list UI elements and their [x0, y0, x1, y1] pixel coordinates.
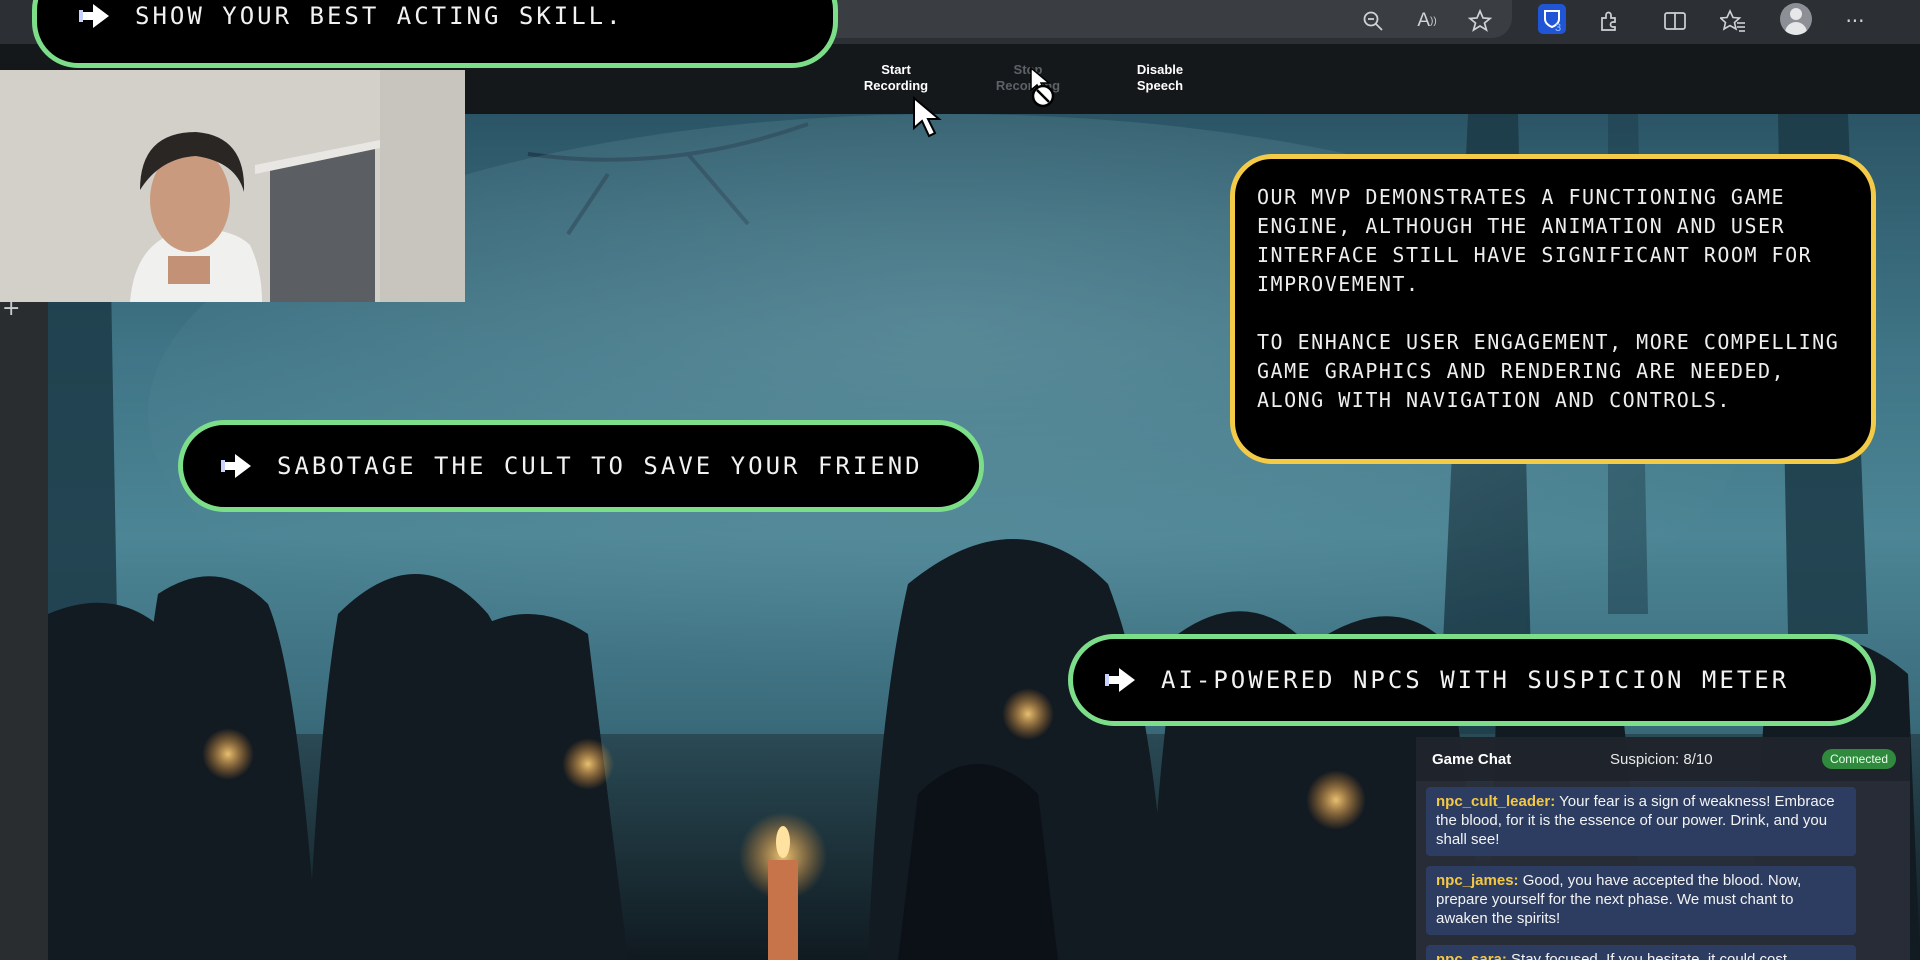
npc-callout: AI-powered NPCs with suspicion meter	[1068, 634, 1876, 726]
hand-cursor-icon	[913, 96, 942, 138]
split-screen-icon[interactable]	[1660, 6, 1690, 36]
extensions-icon[interactable]	[1595, 6, 1625, 36]
profile-icon[interactable]	[1780, 3, 1812, 35]
message-sender: npc_cult_leader:	[1436, 793, 1556, 810]
acting-skill-callout: Show your best acting skill.	[32, 0, 838, 68]
game-chat-panel: Game Chat Suspicion: 8/10 Connected npc_…	[1416, 737, 1910, 960]
chat-title: Game Chat	[1432, 750, 1512, 768]
arrow-icon	[79, 4, 109, 28]
arrow-icon	[221, 454, 251, 478]
side-strip	[0, 300, 48, 960]
disable-speech-button[interactable]: Disable Speech	[1110, 62, 1210, 94]
arrow-icon	[1105, 668, 1135, 692]
suspicion-meter: Suspicion: 8/10	[1610, 750, 1713, 768]
mvp-info-box: Our MVP demonstrates a functioning game …	[1230, 154, 1876, 464]
chat-message: npc_sara: Stay focused. If you hesitate,…	[1426, 945, 1856, 960]
chat-message: npc_cult_leader: Your fear is a sign of …	[1426, 787, 1856, 856]
bitwarden-icon[interactable]	[1538, 4, 1566, 34]
message-sender: npc_james:	[1436, 872, 1519, 889]
chat-header: Game Chat Suspicion: 8/10 Connected	[1416, 737, 1910, 781]
favorite-star-icon[interactable]	[1465, 6, 1495, 36]
not-allowed-cursor-icon	[1030, 66, 1055, 108]
sabotage-callout: Sabotage the cult to save your friend	[178, 420, 984, 512]
callout-text: Show your best acting skill.	[135, 2, 624, 30]
read-aloud-icon[interactable]: A))	[1412, 6, 1442, 36]
callout-text: AI-powered NPCs with suspicion meter	[1161, 666, 1790, 694]
connection-status-badge: Connected	[1821, 749, 1896, 769]
start-recording-button[interactable]: Start Recording	[846, 62, 946, 94]
message-sender: npc_sara:	[1436, 951, 1507, 960]
callout-text: Sabotage the cult to save your friend	[277, 452, 923, 480]
chat-message: npc_james: Good, you have accepted the b…	[1426, 866, 1856, 935]
message-text: Stay focused. If you hesitate, it could …	[1511, 951, 1788, 960]
more-icon[interactable]: ···	[1840, 6, 1870, 36]
favorites-icon[interactable]	[1718, 6, 1748, 36]
webcam-feed	[0, 70, 465, 302]
info-paragraph: Our MVP demonstrates a functioning game …	[1257, 185, 1813, 296]
info-paragraph: To enhance user engagement, more compell…	[1257, 330, 1840, 412]
extension-badge-count: 3	[1555, 22, 1562, 34]
zoom-out-icon[interactable]	[1358, 6, 1388, 36]
